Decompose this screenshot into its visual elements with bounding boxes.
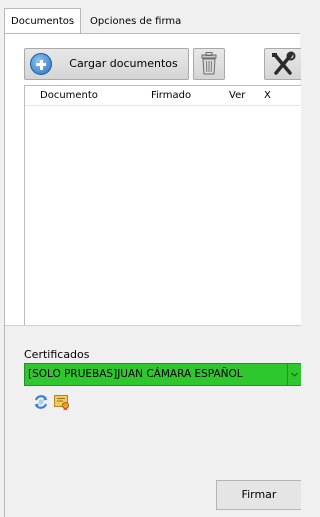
certificate-select[interactable]: [SOLO PRUEBAS]JUAN CÁMARA ESPAÑOL <box>24 363 301 386</box>
chevron-down-icon[interactable] <box>287 364 301 385</box>
certificate-selected-value: [SOLO PRUEBAS]JUAN CÁMARA ESPAÑOL <box>28 368 243 380</box>
tab-strip: Documentos Opciones de firma <box>4 8 300 34</box>
sign-button[interactable]: Firmar <box>216 480 301 510</box>
delete-button[interactable] <box>193 48 225 80</box>
tab-documentos[interactable]: Documentos <box>4 8 82 34</box>
settings-tools-button[interactable] <box>264 48 301 80</box>
tools-icon <box>272 51 296 75</box>
certificates-section: Certificados [SOLO PRUEBAS]JUAN CÁMARA E… <box>5 325 301 517</box>
certificate-icon[interactable] <box>53 393 71 411</box>
refresh-icon[interactable] <box>33 394 49 410</box>
column-header-ver[interactable]: Ver <box>229 86 245 106</box>
table-header: Documento Firmado Ver X <box>25 86 301 106</box>
add-circle-icon <box>30 53 52 75</box>
trash-icon <box>201 52 217 75</box>
certificates-label: Certificados <box>24 348 90 361</box>
load-documents-button[interactable]: Cargar documentos <box>24 48 189 80</box>
column-header-x[interactable]: X <box>264 86 271 106</box>
column-header-firmado[interactable]: Firmado <box>151 86 191 106</box>
load-documents-label: Cargar documentos <box>69 57 178 70</box>
column-header-documento[interactable]: Documento <box>40 86 98 106</box>
documents-table[interactable]: Documento Firmado Ver X <box>24 85 301 352</box>
documents-panel: Cargar documentos Documento Firmado Ver … <box>4 33 301 517</box>
tab-opciones-de-firma[interactable]: Opciones de firma <box>84 11 187 34</box>
